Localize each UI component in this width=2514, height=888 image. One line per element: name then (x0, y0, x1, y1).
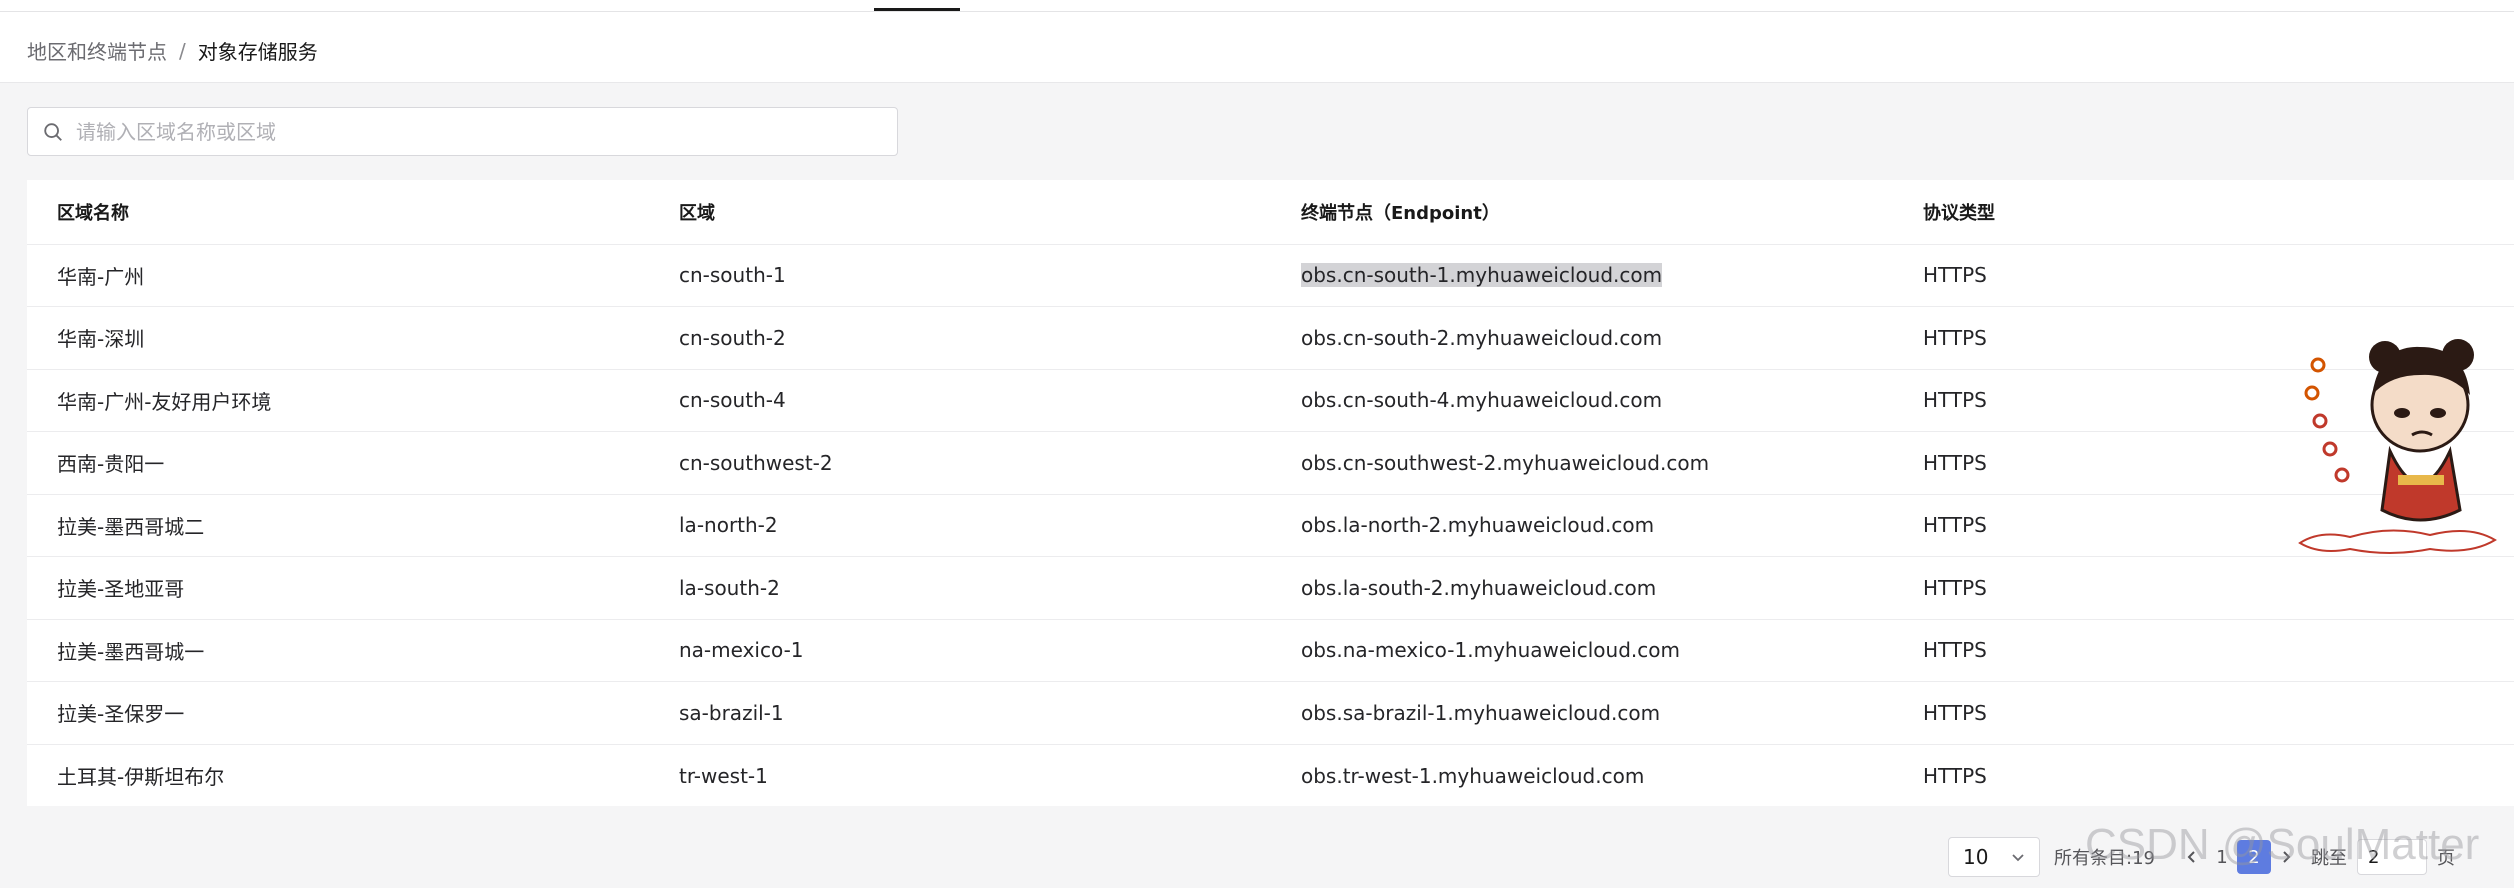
cell-region-name: 西南-贵阳一 (27, 431, 649, 495)
cell-endpoint[interactable]: obs.cn-south-4.myhuaweicloud.com (1271, 369, 1893, 432)
table-row: 华南-深圳 cn-south-2 obs.cn-south-2.myhuawei… (27, 306, 2514, 370)
cell-protocol: HTTPS (1923, 763, 1987, 788)
table-row: 拉美-墨西哥城二 la-north-2 obs.la-north-2.myhua… (27, 494, 2514, 557)
search-icon (44, 122, 62, 141)
column-header-region-name: 区域名称 (27, 180, 649, 245)
cell-region: cn-southwest-2 (649, 431, 1271, 495)
cell-endpoint[interactable]: obs.tr-west-1.myhuaweicloud.com (1271, 744, 1893, 807)
cell-region: cn-south-1 (649, 244, 1271, 307)
top-tab-bar (0, 0, 2514, 12)
search-box[interactable] (27, 107, 898, 156)
cell-protocol: HTTPS (1893, 681, 2514, 745)
column-header-endpoint: 终端节点（Endpoint） (1271, 180, 1893, 245)
cell-region: cn-south-2 (649, 306, 1271, 370)
selected-endpoint-text[interactable]: obs.cn-south-1.myhuaweicloud.com (1301, 263, 1663, 288)
page-size-select[interactable]: 10 (1948, 837, 2040, 877)
cell-endpoint[interactable]: obs.sa-brazil-1.myhuaweicloud.com (1271, 681, 1893, 745)
page-header: 地区和终端节点 / 对象存储服务 (0, 12, 2514, 83)
column-header-protocol: 协议类型 (1893, 180, 2514, 245)
cell-endpoint[interactable]: obs.cn-south-2.myhuaweicloud.com (1271, 306, 1893, 370)
mascot-sticker-image (2298, 339, 2497, 554)
cell-region-name: 拉美-墨西哥城一 (27, 619, 649, 682)
cell-endpoint[interactable]: obs.la-south-2.myhuaweicloud.com (1271, 556, 1893, 620)
table-row: 拉美-圣地亚哥 la-south-2 obs.la-south-2.myhuaw… (27, 556, 2514, 620)
cell-region-name: 华南-深圳 (27, 306, 649, 370)
cell-region: la-north-2 (649, 494, 1271, 557)
page-size-value: 10 (1963, 845, 1989, 869)
cell-region-name: 拉美-墨西哥城二 (27, 494, 649, 557)
cell-region-name: 拉美-圣保罗一 (27, 681, 649, 745)
region-table: 区域名称 区域 终端节点（Endpoint） 协议类型 华南-广州 cn-sou… (27, 180, 2514, 806)
chevron-down-icon (2012, 854, 2024, 862)
cell-region-name: 华南-广州 (27, 244, 649, 307)
cell-protocol: HTTPS (1893, 244, 2514, 307)
table-row: 拉美-圣保罗一 sa-brazil-1 obs.sa-brazil-1.myhu… (27, 681, 2514, 745)
cell-region: sa-brazil-1 (649, 681, 1271, 745)
active-tab-indicator (874, 8, 960, 11)
search-input[interactable] (76, 119, 876, 144)
cell-endpoint[interactable]: obs.na-mexico-1.myhuaweicloud.com (1271, 619, 1893, 682)
cell-endpoint[interactable]: obs.cn-south-1.myhuaweicloud.com (1271, 244, 1893, 307)
cell-region: tr-west-1 (679, 763, 768, 788)
table-row: 土耳其-伊斯坦布尔 tr-west-1 obs.tr-west-1.myhuaw… (27, 744, 2514, 807)
cell-endpoint[interactable]: obs.la-north-2.myhuaweicloud.com (1271, 494, 1893, 557)
breadcrumb-parent-link[interactable]: 地区和终端节点 (27, 36, 167, 65)
table-row: 拉美-墨西哥城一 na-mexico-1 obs.na-mexico-1.myh… (27, 619, 2514, 682)
cell-region: cn-south-4 (649, 369, 1271, 432)
cell-region-name: 土耳其-伊斯坦布尔 (57, 765, 225, 789)
breadcrumb: 地区和终端节点 / 对象存储服务 (27, 36, 318, 65)
cell-endpoint[interactable]: obs.cn-southwest-2.myhuaweicloud.com (1271, 431, 1893, 495)
cell-region: na-mexico-1 (649, 619, 1271, 682)
table-row: 西南-贵阳一 cn-southwest-2 obs.cn-southwest-2… (27, 431, 2514, 495)
cell-region-name: 华南-广州-友好用户环境 (27, 369, 649, 432)
table-row: 华南-广州-友好用户环境 cn-south-4 obs.cn-south-4.m… (27, 369, 2514, 432)
cell-protocol: HTTPS (1893, 556, 2514, 620)
cell-region: la-south-2 (649, 556, 1271, 620)
cell-region-name: 拉美-圣地亚哥 (27, 556, 649, 620)
watermark-text: CSDN @SoulMatter (2085, 820, 2480, 869)
cell-protocol: HTTPS (1893, 619, 2514, 682)
table-header-row: 区域名称 区域 终端节点（Endpoint） 协议类型 (27, 180, 2514, 245)
column-header-region: 区域 (649, 180, 1271, 245)
breadcrumb-separator: / (179, 38, 186, 63)
breadcrumb-current: 对象存储服务 (197, 40, 318, 64)
table-row: 华南-广州 cn-south-1 obs.cn-south-1.myhuawei… (27, 244, 2514, 307)
